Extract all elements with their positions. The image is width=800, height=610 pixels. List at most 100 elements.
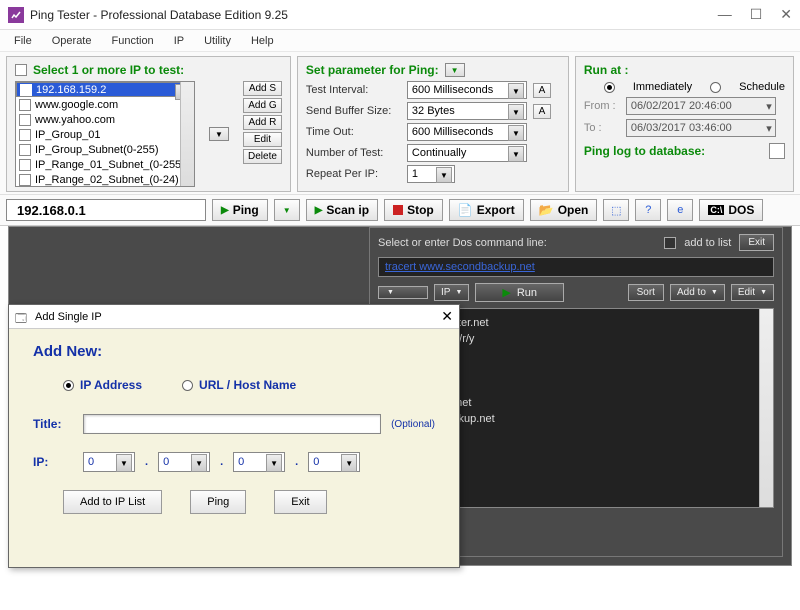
scan-button[interactable]: ▶Scan ip [306,199,378,221]
ip-item-checkbox[interactable] [19,114,31,126]
menu-file[interactable]: File [6,33,40,49]
label-buffer: Send Buffer Size: [306,105,401,117]
title-input[interactable] [83,414,381,434]
stop-button[interactable]: Stop [384,199,443,221]
dos-sort-button[interactable]: Sort [628,284,664,301]
ip-list-item: IP_Group_Subnet(0-255) [16,142,194,157]
dos-edit-select[interactable]: Edit [731,284,774,301]
label-optional: (Optional) [391,419,435,430]
ip-list-item: www.yahoo.com [16,112,194,127]
radio-schedule[interactable] [710,82,721,93]
menu-operate[interactable]: Operate [44,33,100,49]
label-radio-ip: IP Address [80,378,142,392]
menu-ip[interactable]: IP [166,33,192,49]
add-single-ip-dialog: 🗔 Add Single IP ✕ Add New: IP Address UR… [8,304,460,568]
dos-ip-select[interactable]: IP [434,284,469,301]
dropdown-icon[interactable]: ▼ [445,63,465,77]
export-button[interactable]: 📄Export [449,199,524,221]
ip-list[interactable]: 192.168.159.2 www.google.com www.yahoo.c… [15,81,195,187]
dialog-title: Add Single IP [35,311,441,323]
from-datetime[interactable]: 06/02/2017 20:46:00 [626,97,776,115]
ip-item-checkbox[interactable] [20,84,32,96]
label-radio-url: URL / Host Name [199,378,296,392]
ip-item-checkbox[interactable] [19,129,31,141]
timeout-select[interactable]: 600 Milliseconds [407,123,527,141]
ip-list-item: IP_Range_01_Subnet_(0-255) [16,157,194,172]
export-icon: 📄 [458,203,473,217]
label-to: To : [584,122,620,134]
label-timeout: Time Out: [306,126,401,138]
panel-ip-header: Select 1 or more IP to test: [33,63,184,77]
interval-a-button[interactable]: A [533,83,551,98]
dos-command-input[interactable]: tracert www.secondbackup.net [378,257,774,277]
close-icon[interactable]: ✕ [780,6,792,23]
radio-url[interactable] [182,380,193,391]
open-button[interactable]: 📂Open [530,199,598,221]
dos-run-button[interactable]: ▶Run [475,283,564,302]
label-from: From : [584,100,620,112]
numtest-select[interactable]: Continually [407,144,527,162]
radio-ip-address[interactable] [63,380,74,391]
folder-icon: 📂 [539,203,554,217]
minimize-icon[interactable]: — [718,6,732,23]
panel-select-ip: Select 1 or more IP to test: 192.168.159… [6,56,291,192]
ip-octet-1[interactable]: 0 [83,452,135,472]
ip-list-item: 192.168.159.2 [16,82,194,97]
ie-icon[interactable]: e [667,199,693,221]
addlist-checkbox[interactable] [664,237,676,249]
panel-parameters: Set parameter for Ping: ▼ Test Interval:… [297,56,569,192]
modal-ping-button[interactable]: Ping [190,490,246,514]
modal-exit-button[interactable]: Exit [274,490,326,514]
add-s-button[interactable]: Add S [243,81,282,96]
ip-octet-2[interactable]: 0 [158,452,210,472]
maximize-icon[interactable]: ☐ [750,6,763,23]
ping-dropdown[interactable]: ▼ [274,199,300,221]
ip-list-item: www.google.com [16,97,194,112]
window-title: Ping Tester - Professional Database Edit… [30,8,718,22]
label-immediately: Immediately [633,81,692,93]
ip-item-checkbox[interactable] [19,99,31,111]
to-datetime[interactable]: 06/03/2017 03:46:00 [626,119,776,137]
add-g-button[interactable]: Add G [243,98,282,113]
ip-octet-4[interactable]: 0 [308,452,360,472]
dblog-checkbox[interactable] [769,143,785,159]
delete-button[interactable]: Delete [243,149,282,164]
ip-item-checkbox[interactable] [19,174,31,186]
label-addlist: add to list [684,237,731,249]
dropdown-icon[interactable]: ▼ [209,127,229,141]
select-all-checkbox[interactable] [15,64,27,76]
label-interval: Test Interval: [306,84,401,96]
menu-help[interactable]: Help [243,33,282,49]
dialog-close-icon[interactable]: ✕ [441,308,453,325]
add-to-list-button[interactable]: Add to IP List [63,490,162,514]
label-repeat: Repeat Per IP: [306,168,401,180]
edit-button[interactable]: Edit [243,132,282,147]
dos-sel-1[interactable] [378,286,428,299]
radio-immediately[interactable] [604,82,615,93]
ip-input[interactable]: 192.168.0.1 [6,199,206,221]
label-dblog: Ping log to database: [584,144,705,158]
ip-item-checkbox[interactable] [19,159,31,171]
dos-exit-button[interactable]: Exit [739,234,774,251]
ping-button[interactable]: ▶Ping [212,199,268,221]
buffer-a-button[interactable]: A [533,104,551,119]
interval-select[interactable]: 600 Milliseconds [407,81,527,99]
dos-addto-select[interactable]: Add to [670,284,725,301]
ip-item-checkbox[interactable] [19,144,31,156]
add-r-button[interactable]: Add R [243,115,282,130]
tool-icon-1[interactable]: ⬚ [603,199,629,221]
scrollbar[interactable] [180,82,194,186]
scrollbar[interactable] [759,309,773,507]
stop-icon [393,205,403,215]
ip-octet-3[interactable]: 0 [233,452,285,472]
main-toolbar: 192.168.0.1 ▶Ping ▼ ▶Scan ip Stop 📄Expor… [0,194,800,226]
help-icon[interactable]: ? [635,199,661,221]
dos-button[interactable]: C:\DOS [699,199,763,221]
play-icon: ▶ [315,205,323,216]
dialog-icon: 🗔 [15,310,29,324]
repeat-select[interactable]: 1 [407,165,455,183]
menu-function[interactable]: Function [103,33,161,49]
buffer-select[interactable]: 32 Bytes [407,102,527,120]
play-icon: ▶ [221,205,229,216]
menu-utility[interactable]: Utility [196,33,239,49]
